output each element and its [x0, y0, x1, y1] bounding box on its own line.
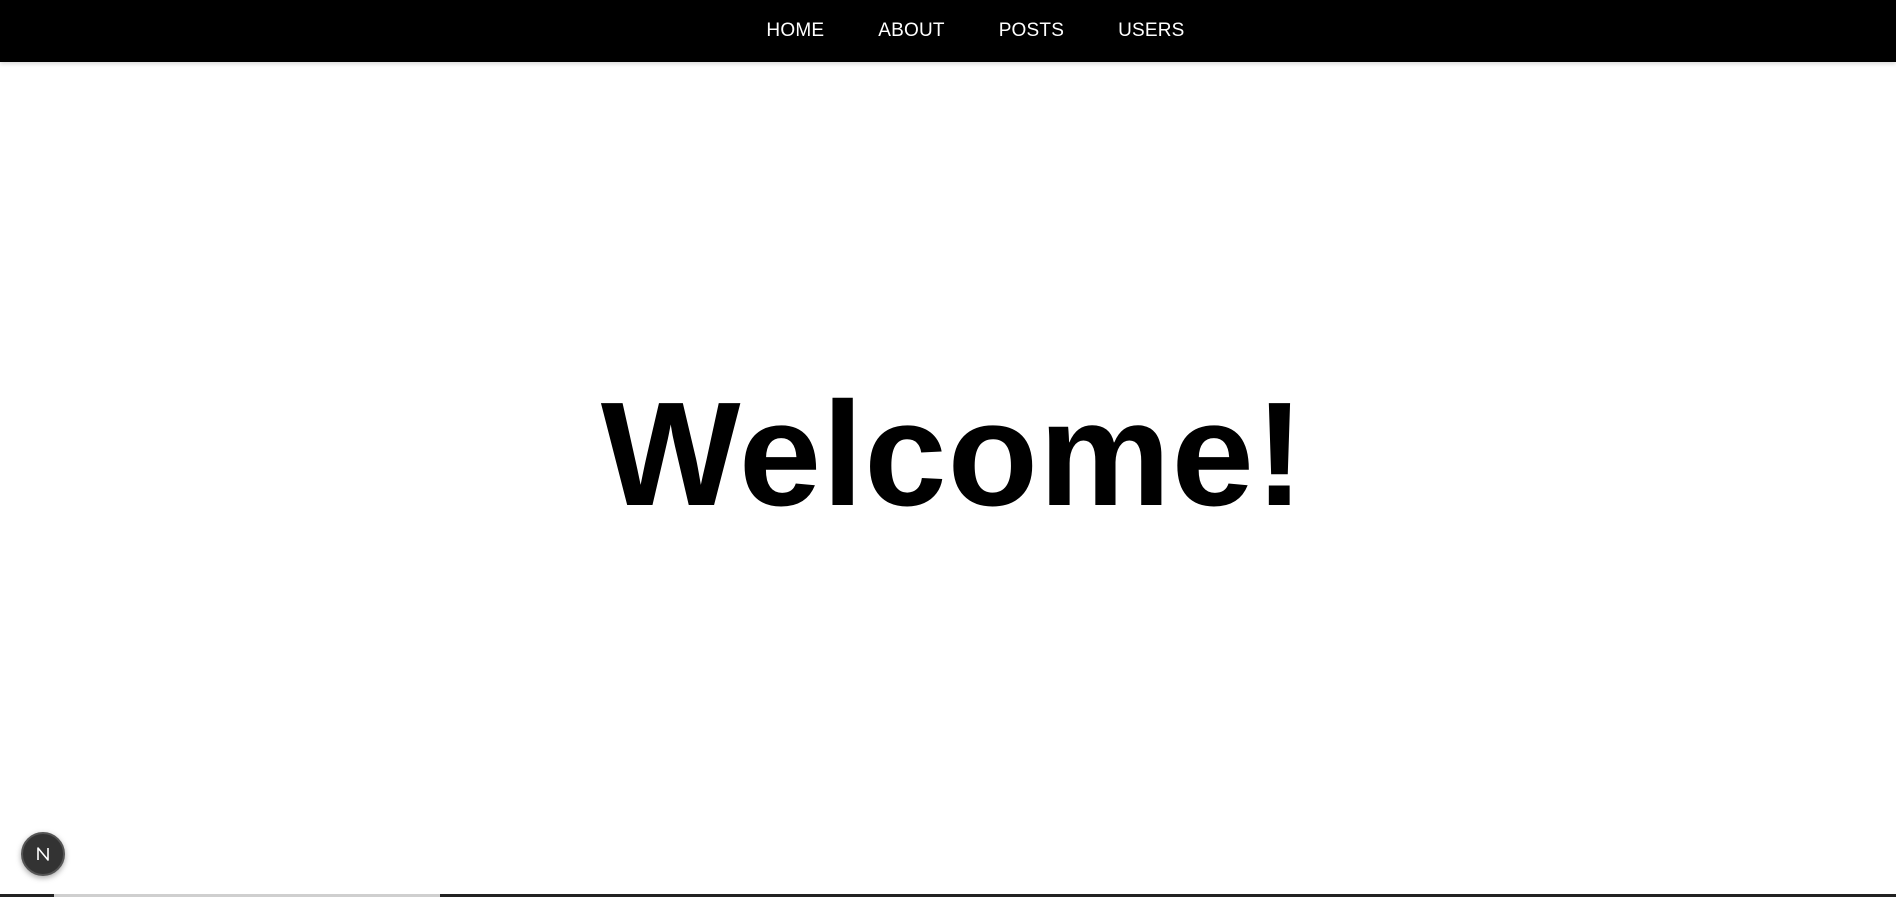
nav-item-posts: POSTS	[972, 0, 1091, 62]
nextjs-logo-icon	[37, 847, 49, 861]
nav-link-home[interactable]: HOME	[739, 0, 851, 62]
nav-list: HOME ABOUT POSTS USERS	[739, 0, 1211, 62]
nav-link-posts[interactable]: POSTS	[972, 0, 1091, 62]
page-title: Welcome!	[600, 371, 1306, 537]
nav-item-users: USERS	[1091, 0, 1211, 62]
nextjs-devtools-button[interactable]	[21, 832, 65, 876]
top-navbar: HOME ABOUT POSTS USERS	[0, 0, 1896, 62]
nav-link-users[interactable]: USERS	[1091, 0, 1211, 62]
nav-link-about[interactable]: ABOUT	[851, 0, 971, 62]
nav-item-home: HOME	[739, 0, 851, 62]
hero-section: Welcome!	[0, 62, 1896, 897]
nav-item-about: ABOUT	[851, 0, 971, 62]
